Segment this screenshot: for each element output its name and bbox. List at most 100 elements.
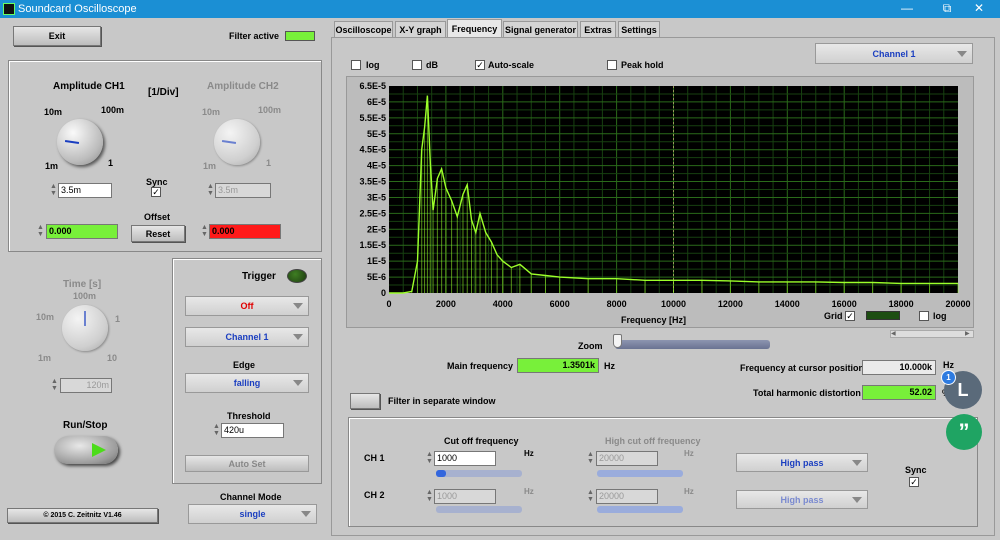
knob1-label-1m: 1m <box>45 161 59 171</box>
app-icon <box>3 3 15 15</box>
ch2-filter-type-select: High pass <box>736 490 868 509</box>
ch2-high-input: 20000 <box>596 489 658 504</box>
chevron-down-icon <box>852 459 862 466</box>
ch2-offset-input[interactable]: 0.000 <box>209 224 281 239</box>
filter-ch1-label: CH 1 <box>364 453 385 463</box>
y-tick-label: 3E-5 <box>367 192 386 202</box>
trigger-mode-value: Off <box>240 301 254 311</box>
y-tick-label: 4E-5 <box>367 161 386 171</box>
maximize-button[interactable]: ⧉ <box>932 1 962 16</box>
trigger-mode-select[interactable]: Off <box>185 296 309 316</box>
ch1-cutoff-spinner[interactable]: ▲ ▼ <box>426 451 433 466</box>
spectrum-channel-select[interactable]: Channel 1 <box>815 43 973 64</box>
ch1-high-spinner: ▲ ▼ <box>587 451 594 465</box>
grid-label: Grid <box>824 311 843 321</box>
sync-checkbox[interactable]: ✓ <box>151 187 161 197</box>
tab-extras[interactable]: Extras <box>580 21 616 38</box>
edge-select[interactable]: falling <box>185 373 309 393</box>
chevron-down-icon <box>293 380 303 386</box>
quote-glyph: ” <box>958 419 970 444</box>
ch1-offset-spinner[interactable]: ▲ ▼ <box>37 224 44 239</box>
auto-set-button: Auto Set <box>185 455 309 472</box>
ch1-amp-spinner[interactable]: ▲ ▼ <box>50 183 57 198</box>
chart-scrollbar[interactable]: ◀ ▶ <box>890 330 974 338</box>
high-cutoff-label: High cut off frequency <box>605 436 701 446</box>
close-button[interactable]: ✕ <box>964 1 994 15</box>
ch2-amp-input: 3.5m <box>215 183 271 198</box>
ch2-filter-type-value: High pass <box>780 494 824 505</box>
zoom-slider-handle[interactable] <box>613 334 622 348</box>
ch1-amp-input[interactable]: 3.5m <box>58 183 112 198</box>
ch1-filter-type-select[interactable]: High pass <box>736 453 868 472</box>
knob2-label-1: 1 <box>266 158 272 168</box>
tab-signal-generator[interactable]: Signal generator <box>503 21 578 38</box>
cursor-frequency-unit: Hz <box>943 360 954 370</box>
ch2-amp-spinner: ▲ ▼ <box>207 183 214 197</box>
log-checkbox[interactable] <box>351 60 361 70</box>
filter-sync-checkbox[interactable]: ✓ <box>909 477 919 487</box>
x-tick-label: 2000 <box>436 299 456 309</box>
spectrum-chart[interactable]: 0 2000 4000 6000 8000 10000 12000 14000 16000 180… <box>340 76 980 328</box>
knob1-label-1: 1 <box>108 158 114 168</box>
zoom-label: Zoom <box>578 341 603 351</box>
x-tick-label: 6000 <box>550 299 570 309</box>
time-label-1m: 1m <box>38 353 52 363</box>
chevron-down-icon <box>293 334 303 340</box>
tab-settings[interactable]: Settings <box>618 21 660 38</box>
threshold-spinner[interactable]: ▲ ▼ <box>213 423 220 438</box>
amp-ch2-label: Amplitude CH2 <box>207 81 279 92</box>
ch1-offset-input[interactable]: 0.000 <box>46 224 118 239</box>
ch1-cutoff-slider[interactable] <box>436 470 522 477</box>
exit-button[interactable]: Exit <box>13 26 101 46</box>
tab-oscilloscope[interactable]: Oscilloscope <box>334 21 393 38</box>
y-tick-label: 5E-6 <box>367 272 386 282</box>
amp-ch1-knob[interactable] <box>57 119 103 165</box>
y-tick-label: 6.5E-5 <box>359 81 386 91</box>
scroll-left-icon[interactable]: ◀ <box>891 331 899 337</box>
threshold-input[interactable]: 420u <box>221 423 284 438</box>
filter-window-toggle[interactable] <box>350 393 380 409</box>
run-stop-button[interactable] <box>54 436 118 464</box>
zoom-slider-track[interactable] <box>615 340 770 349</box>
grid-checkbox[interactable]: ✓ <box>845 311 855 321</box>
tab-frequency[interactable]: Frequency <box>447 19 502 38</box>
offset-reset-button[interactable]: Reset <box>131 225 185 242</box>
sync-label: Sync <box>146 177 168 187</box>
x-tick-label: 0 <box>386 299 391 309</box>
db-checkbox[interactable] <box>412 60 422 70</box>
chevron-down-icon <box>957 50 967 57</box>
minimize-button[interactable]: — <box>892 1 922 15</box>
ch1-cutoff-input[interactable]: 1000 <box>434 451 496 466</box>
trigger-led <box>287 269 307 283</box>
channel-mode-select[interactable]: single <box>188 504 317 524</box>
version-label: © 2015 C. Zeitnitz V1.46 <box>7 508 158 523</box>
time-label-100m: 100m <box>73 291 97 301</box>
y-tick-label: 5.5E-5 <box>359 113 386 123</box>
trigger-channel-select[interactable]: Channel 1 <box>185 327 309 347</box>
thd-label: Total harmonic distortion <box>753 388 861 398</box>
ch2-offset-spinner[interactable]: ▲ ▼ <box>201 224 208 239</box>
time-label: Time [s] <box>63 279 102 290</box>
db-label: dB <box>426 60 438 70</box>
tab-xy-graph[interactable]: X-Y graph <box>395 21 446 38</box>
peakhold-checkbox[interactable] <box>607 60 617 70</box>
channel-mode-label: Channel Mode <box>220 492 282 502</box>
ch2-high-slider <box>597 506 683 513</box>
grid-color-swatch[interactable] <box>866 311 900 320</box>
y-tick-label: 2E-5 <box>367 224 386 234</box>
scroll-right-icon[interactable]: ▶ <box>965 331 973 337</box>
title-bar: Soundcard Oscilloscope — ⧉ ✕ <box>0 0 1000 18</box>
y-tick-label: 0 <box>381 288 386 298</box>
threshold-label: Threshold <box>227 411 271 421</box>
x-tick-label: 12000 <box>718 299 743 309</box>
notification-badge: 1 <box>941 370 956 385</box>
edge-label: Edge <box>233 360 256 370</box>
trigger-channel-value: Channel 1 <box>225 332 269 342</box>
play-icon <box>92 443 106 457</box>
peakhold-label: Peak hold <box>621 60 664 70</box>
autoscale-checkbox[interactable]: ✓ <box>475 60 485 70</box>
chat-quote-icon[interactable]: ” <box>946 414 982 450</box>
log-x-checkbox[interactable] <box>919 311 929 321</box>
chevron-down-icon <box>293 303 303 309</box>
cutoff-label: Cut off frequency <box>444 436 519 446</box>
